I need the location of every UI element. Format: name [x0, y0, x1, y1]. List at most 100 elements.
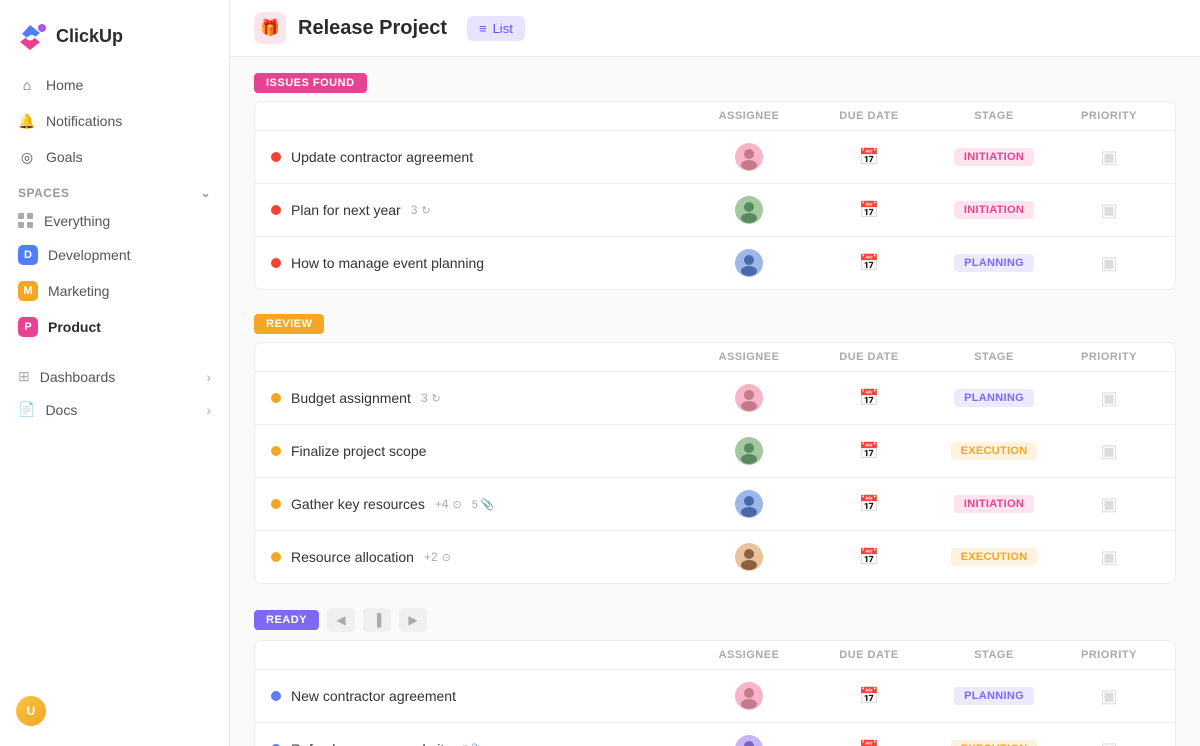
- stage-cell: PLANNING: [929, 254, 1059, 272]
- priority-cell: ▣: [1059, 200, 1159, 221]
- main-content: 🎁 Release Project ≡ List ISSUES FOUND AS…: [230, 0, 1200, 746]
- task-name[interactable]: Update contractor agreement: [291, 149, 473, 165]
- ready-table: ASSIGNEE DUE DATE STAGE PRIORITY New con…: [254, 640, 1176, 746]
- sidebar-item-marketing[interactable]: M Marketing: [8, 274, 221, 308]
- task-name[interactable]: Resource allocation: [291, 549, 414, 565]
- task-name[interactable]: Refresh company website: [291, 741, 452, 746]
- ctrl-btn-2[interactable]: ▐: [363, 608, 391, 632]
- stage-badge: INITIATION: [954, 201, 1034, 219]
- task-dot-red: [271, 205, 281, 215]
- spaces-collapse-icon[interactable]: ⌄: [200, 186, 211, 200]
- section-ready: READY ◀ ▐ ▶ ASSIGNEE DUE DATE STAGE PRIO…: [254, 608, 1176, 746]
- avatar: [735, 490, 763, 518]
- sidebar-item-development[interactable]: D Development: [8, 238, 221, 272]
- review-badge: REVIEW: [254, 314, 324, 334]
- stage-cell: EXECUTION: [929, 740, 1059, 746]
- marketing-badge: M: [18, 281, 38, 301]
- col-task-r: [271, 351, 689, 363]
- review-header-row: REVIEW: [254, 314, 1176, 334]
- task-count: 3 ↻: [421, 391, 441, 405]
- review-table-header: ASSIGNEE DUE DATE STAGE PRIORITY: [255, 343, 1175, 372]
- assignee-cell: [689, 249, 809, 277]
- sidebar-item-home[interactable]: ⌂ Home: [8, 68, 221, 102]
- sidebar-sections: ⊞ Dashboards › 📄 Docs ›: [0, 360, 229, 426]
- docs-chevron-icon: ›: [206, 402, 211, 418]
- sidebar-item-notifications-label: Notifications: [46, 113, 122, 129]
- task-name[interactable]: Finalize project scope: [291, 443, 426, 459]
- avatar: [735, 437, 763, 465]
- priority-icon: ▣: [1100, 494, 1117, 515]
- col-assignee-rd: ASSIGNEE: [689, 649, 809, 661]
- due-date-cell: 📅: [809, 494, 929, 514]
- task-content: ISSUES FOUND ASSIGNEE DUE DATE STAGE PRI…: [230, 57, 1200, 746]
- issues-table-header: ASSIGNEE DUE DATE STAGE PRIORITY: [255, 102, 1175, 131]
- project-title: Release Project: [298, 17, 447, 40]
- task-name[interactable]: New contractor agreement: [291, 688, 456, 704]
- section-issues: ISSUES FOUND ASSIGNEE DUE DATE STAGE PRI…: [254, 73, 1176, 290]
- task-name[interactable]: Budget assignment: [291, 390, 411, 406]
- sidebar-item-everything[interactable]: Everything: [8, 206, 221, 236]
- section-review: REVIEW ASSIGNEE DUE DATE STAGE PRIORITY …: [254, 314, 1176, 584]
- product-badge: P: [18, 317, 38, 337]
- task-name[interactable]: Gather key resources: [291, 496, 425, 512]
- table-row: Plan for next year 3 ↻ 📅: [255, 184, 1175, 237]
- stage-badge: EXECUTION: [951, 548, 1038, 566]
- task-count: +4 ⊙: [435, 497, 462, 511]
- count-number: +4: [435, 497, 449, 511]
- sidebar-item-goals[interactable]: ◎ Goals: [8, 140, 221, 174]
- assignee-cell: [689, 682, 809, 710]
- sidebar: ClickUp ⌂ Home 🔔 Notifications ◎ Goals S…: [0, 0, 230, 746]
- target-icon: ◎: [18, 148, 36, 166]
- docs-label: Docs: [45, 402, 77, 418]
- task-dot-orange: [271, 446, 281, 456]
- sidebar-item-dashboards[interactable]: ⊞ Dashboards ›: [8, 360, 221, 393]
- project-icon: 🎁: [254, 12, 286, 44]
- bell-icon: 🔔: [18, 112, 36, 130]
- ctrl-btn-3[interactable]: ▶: [399, 608, 427, 632]
- link-icon: ⊙: [453, 498, 462, 511]
- issues-header-row: ISSUES FOUND: [254, 73, 1176, 93]
- table-row: Refresh company website 5 📎 📅: [255, 723, 1175, 746]
- calendar-icon: 📅: [859, 494, 879, 514]
- priority-cell: ▣: [1059, 547, 1159, 568]
- priority-cell: ▣: [1059, 441, 1159, 462]
- task-dot-blue: [271, 691, 281, 701]
- calendar-icon: 📅: [859, 200, 879, 220]
- priority-icon: ▣: [1100, 253, 1117, 274]
- main-header: 🎁 Release Project ≡ List: [230, 0, 1200, 57]
- table-row: Budget assignment 3 ↻ 📅: [255, 372, 1175, 425]
- spaces-list: Everything D Development M Marketing P P…: [0, 206, 229, 344]
- spaces-label: Spaces: [18, 186, 69, 200]
- stage-cell: EXECUTION: [929, 442, 1059, 460]
- attach-count: 5: [472, 499, 478, 511]
- sidebar-nav: ⌂ Home 🔔 Notifications ◎ Goals: [0, 68, 229, 174]
- task-name-cell: Resource allocation +2 ⊙: [271, 549, 689, 565]
- priority-icon: ▣: [1100, 388, 1117, 409]
- stage-badge: PLANNING: [954, 254, 1034, 272]
- list-view-tab[interactable]: ≡ List: [467, 16, 525, 41]
- task-name[interactable]: How to manage event planning: [291, 255, 484, 271]
- table-row: How to manage event planning 📅 PLANNING: [255, 237, 1175, 289]
- col-stage-0: STAGE: [929, 110, 1059, 122]
- everything-label: Everything: [44, 213, 110, 229]
- table-row: Resource allocation +2 ⊙ 📅: [255, 531, 1175, 583]
- due-date-cell: 📅: [809, 147, 929, 167]
- task-name[interactable]: Plan for next year: [291, 202, 401, 218]
- docs-icon: 📄: [18, 401, 35, 418]
- calendar-icon: 📅: [859, 253, 879, 273]
- ready-header-row: READY ◀ ▐ ▶: [254, 608, 1176, 632]
- assignee-cell: [689, 543, 809, 571]
- ready-table-header: ASSIGNEE DUE DATE STAGE PRIORITY: [255, 641, 1175, 670]
- marketing-label: Marketing: [48, 283, 109, 299]
- sidebar-item-docs[interactable]: 📄 Docs ›: [8, 393, 221, 426]
- ctrl-btn-1[interactable]: ◀: [327, 608, 355, 632]
- sidebar-item-notifications[interactable]: 🔔 Notifications: [8, 104, 221, 138]
- user-avatar[interactable]: U: [16, 696, 46, 726]
- priority-cell: ▣: [1059, 253, 1159, 274]
- review-table: ASSIGNEE DUE DATE STAGE PRIORITY Budget …: [254, 342, 1176, 584]
- avatar: [735, 249, 763, 277]
- list-label: List: [493, 21, 513, 36]
- sidebar-item-product[interactable]: P Product: [8, 310, 221, 344]
- stage-cell: EXECUTION: [929, 548, 1059, 566]
- logo-text: ClickUp: [56, 26, 123, 47]
